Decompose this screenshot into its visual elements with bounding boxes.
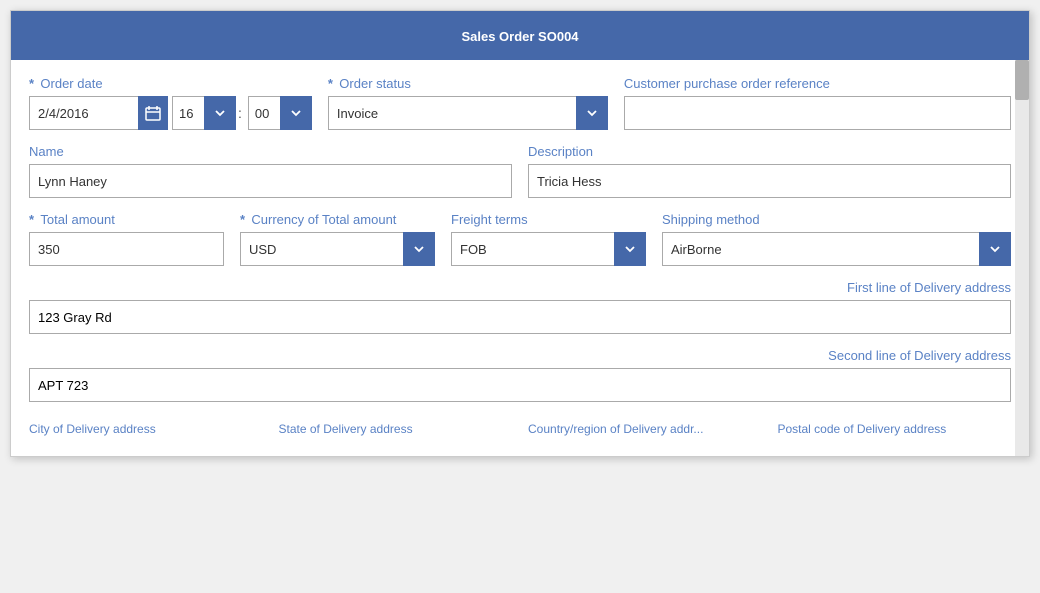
currency-select-wrap: USD EUR GBP JPY bbox=[240, 232, 435, 266]
shipping-select-wrap: AirBorne FedEx UPS DHL bbox=[662, 232, 1011, 266]
city-label: City of Delivery address bbox=[29, 422, 263, 436]
freight-terms-group: Freight terms FOB CIF EXW DDP bbox=[451, 212, 646, 266]
name-input[interactable] bbox=[29, 164, 512, 198]
shipping-method-label: Shipping method bbox=[662, 212, 1011, 227]
state-label: State of Delivery address bbox=[279, 422, 513, 436]
delivery-address2-input[interactable] bbox=[29, 368, 1011, 402]
customer-po-group: Customer purchase order reference bbox=[624, 76, 1011, 130]
scrollbar-track[interactable] bbox=[1015, 60, 1029, 456]
postal-label: Postal code of Delivery address bbox=[778, 422, 1012, 436]
time-separator: : bbox=[238, 96, 242, 130]
customer-po-input[interactable] bbox=[624, 96, 1011, 130]
description-label: Description bbox=[528, 144, 1011, 159]
currency-select[interactable]: USD EUR GBP JPY bbox=[240, 232, 435, 266]
name-group: Name bbox=[29, 144, 512, 198]
name-label: Name bbox=[29, 144, 512, 159]
freight-select-wrap: FOB CIF EXW DDP bbox=[451, 232, 646, 266]
scrollbar-thumb[interactable] bbox=[1015, 60, 1029, 100]
total-amount-input[interactable] bbox=[29, 232, 224, 266]
order-status-select-wrap: Invoice Draft Confirmed Done bbox=[328, 96, 608, 130]
order-status-select[interactable]: Invoice Draft Confirmed Done bbox=[328, 96, 608, 130]
row-address1: First line of Delivery address bbox=[29, 280, 1011, 334]
window-title: Sales Order SO004 bbox=[11, 11, 1029, 60]
calendar-icon bbox=[145, 105, 161, 121]
shipping-method-select[interactable]: AirBorne FedEx UPS DHL bbox=[662, 232, 1011, 266]
title-text: Sales Order SO004 bbox=[461, 29, 578, 44]
calendar-button[interactable] bbox=[138, 96, 168, 130]
bottom-labels-row: City of Delivery address State of Delive… bbox=[29, 416, 1011, 440]
description-input[interactable] bbox=[528, 164, 1011, 198]
order-date-group: * Order date bbox=[29, 76, 312, 130]
freight-terms-label: Freight terms bbox=[451, 212, 646, 227]
row-address2: Second line of Delivery address bbox=[29, 348, 1011, 402]
order-status-group: * Order status Invoice Draft Confirmed D… bbox=[328, 76, 608, 130]
row-name-description: Name Description bbox=[29, 144, 1011, 198]
hour-select[interactable]: 16 bbox=[172, 96, 236, 130]
delivery-address1-input[interactable] bbox=[29, 300, 1011, 334]
order-status-label: * Order status bbox=[328, 76, 608, 91]
minute-select[interactable]: 00 bbox=[248, 96, 312, 130]
total-amount-label: * Total amount bbox=[29, 212, 224, 227]
date-input-wrap bbox=[29, 96, 168, 130]
order-date-input[interactable] bbox=[29, 96, 139, 130]
total-amount-group: * Total amount bbox=[29, 212, 224, 266]
customer-po-label: Customer purchase order reference bbox=[624, 76, 1011, 91]
shipping-method-group: Shipping method AirBorne FedEx UPS DHL bbox=[662, 212, 1011, 266]
order-date-label: * Order date bbox=[29, 76, 312, 91]
minute-select-wrap: 00 bbox=[248, 96, 312, 130]
sales-order-window: Sales Order SO004 * Order date bbox=[10, 10, 1030, 457]
row-totals: * Total amount * Currency of Total amoun… bbox=[29, 212, 1011, 266]
form-container: * Order date bbox=[11, 60, 1029, 456]
currency-label: * Currency of Total amount bbox=[240, 212, 435, 227]
description-group: Description bbox=[528, 144, 1011, 198]
freight-terms-select[interactable]: FOB CIF EXW DDP bbox=[451, 232, 646, 266]
delivery-address1-label: First line of Delivery address bbox=[847, 280, 1011, 295]
delivery-address2-label: Second line of Delivery address bbox=[828, 348, 1011, 363]
country-label: Country/region of Delivery addr... bbox=[528, 422, 762, 436]
form-body: * Order date bbox=[11, 60, 1029, 456]
hour-select-wrap: 16 bbox=[172, 96, 236, 130]
currency-group: * Currency of Total amount USD EUR GBP J… bbox=[240, 212, 435, 266]
date-time-group: 16 : 00 bbox=[29, 96, 312, 130]
row-order-date-status: * Order date bbox=[29, 76, 1011, 130]
